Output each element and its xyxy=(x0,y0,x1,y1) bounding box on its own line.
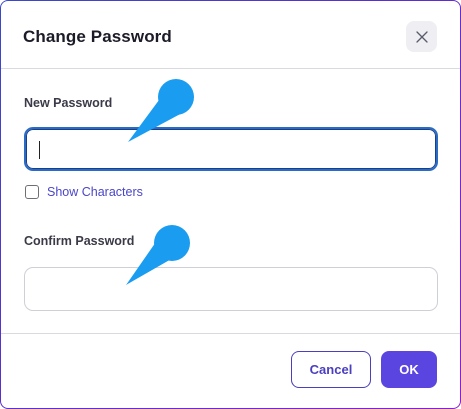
dialog-frame: Change Password New Password Show Charac… xyxy=(0,0,461,409)
show-characters-label[interactable]: Show Characters xyxy=(47,185,143,199)
new-password-label: New Password xyxy=(24,96,113,110)
change-password-dialog: Change Password New Password Show Charac… xyxy=(1,1,460,408)
cancel-button[interactable]: Cancel xyxy=(291,351,371,388)
show-characters-toggle[interactable]: Show Characters xyxy=(25,185,143,199)
footer-divider xyxy=(1,333,460,334)
dialog-title: Change Password xyxy=(23,27,172,46)
show-characters-checkbox[interactable] xyxy=(25,185,39,199)
confirm-password-label: Confirm Password xyxy=(24,234,135,248)
text-cursor xyxy=(39,141,40,159)
ok-button[interactable]: OK xyxy=(381,351,437,388)
close-button[interactable] xyxy=(406,21,437,52)
new-password-input[interactable] xyxy=(24,127,438,171)
confirm-password-input[interactable] xyxy=(24,267,438,311)
dialog-header: Change Password xyxy=(1,1,460,69)
close-icon xyxy=(415,30,428,43)
